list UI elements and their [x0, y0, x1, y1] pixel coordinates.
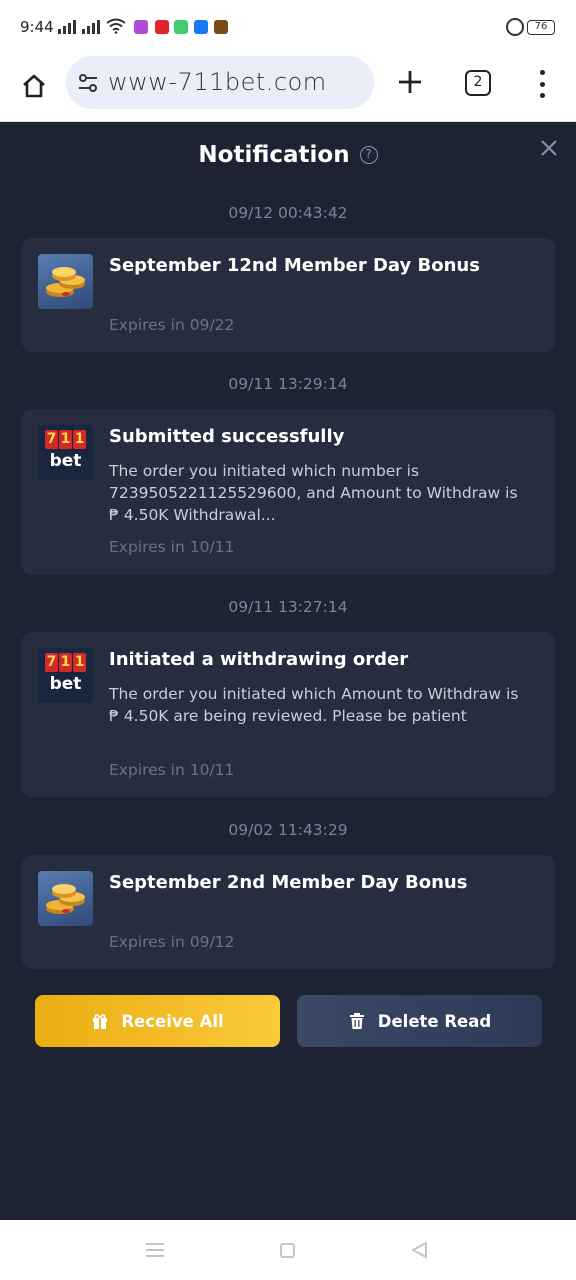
- status-bar: 9:44 76: [0, 0, 576, 56]
- notification-expiry: Expires in 09/22: [109, 316, 235, 334]
- logo-digit: 1: [59, 653, 72, 672]
- close-icon[interactable]: [540, 139, 558, 157]
- coins-icon: [38, 254, 93, 309]
- notification-title: September 2nd Member Day Bonus: [109, 872, 468, 893]
- youtube-icon: [155, 20, 169, 34]
- alarm-icon: [506, 18, 524, 36]
- receive-all-label: Receive All: [121, 1011, 224, 1031]
- chat-icon: [174, 20, 188, 34]
- help-icon[interactable]: ?: [359, 146, 378, 164]
- notification-panel: Notification? 09/12 00:43:42 September 1…: [0, 122, 576, 1220]
- url-text[interactable]: www-711bet.com: [108, 68, 327, 96]
- site-settings-icon[interactable]: [76, 71, 100, 95]
- notification-timestamp: 09/02 11:43:29: [228, 821, 348, 839]
- battery-icon: 76: [527, 20, 555, 35]
- facebook-icon: [194, 20, 208, 34]
- notification-timestamp: 09/11 13:29:14: [228, 375, 348, 393]
- notification-card[interactable]: September 12nd Member Day Bonus Expires …: [22, 238, 555, 352]
- logo-word: bet: [49, 674, 82, 694]
- more-menu-button[interactable]: [532, 70, 552, 98]
- tab-switcher-button[interactable]: 2: [465, 70, 491, 96]
- notification-card[interactable]: September 2nd Member Day Bonus Expires i…: [22, 855, 555, 969]
- browser-toolbar: www-711bet.com 2: [0, 56, 576, 122]
- logo-digit: 1: [73, 653, 86, 672]
- signal-icon-2: [82, 20, 100, 34]
- app-notification-icon: [134, 20, 148, 34]
- 711bet-logo-icon: 711 bet: [38, 648, 93, 703]
- signal-icon: [58, 20, 76, 34]
- notification-body: The order you initiated which number is …: [109, 462, 518, 524]
- coins-icon: [38, 871, 93, 926]
- logo-digit: 7: [45, 653, 58, 672]
- notification-header: Notification?: [0, 142, 576, 168]
- page-title: Notification: [198, 142, 350, 168]
- notification-card[interactable]: 711 bet Submitted successfully The order…: [22, 409, 555, 575]
- status-time: 9:44: [20, 18, 54, 36]
- back-icon[interactable]: [410, 1241, 428, 1259]
- logo-digit: 1: [73, 430, 86, 449]
- receive-all-button[interactable]: Receive All: [35, 995, 280, 1047]
- logo-digit: 7: [45, 430, 58, 449]
- app-icon: [214, 20, 228, 34]
- notification-title: Initiated a withdrawing order: [109, 649, 409, 670]
- notification-title: September 12nd Member Day Bonus: [109, 255, 480, 276]
- notification-expiry: Expires in 10/11: [109, 538, 235, 556]
- 711bet-logo-icon: 711 bet: [38, 425, 93, 480]
- gift-icon: [93, 1014, 108, 1029]
- address-bar[interactable]: www-711bet.com: [66, 56, 374, 109]
- wifi-icon: [106, 18, 126, 34]
- notification-expiry: Expires in 09/12: [109, 933, 235, 951]
- recents-button[interactable]: [146, 1243, 164, 1257]
- home-button[interactable]: [14, 66, 54, 106]
- delete-read-button[interactable]: Delete Read: [297, 995, 542, 1047]
- new-tab-icon[interactable]: [392, 64, 428, 100]
- notification-timestamp: 09/12 00:43:42: [228, 204, 348, 222]
- home-nav-button[interactable]: [280, 1243, 295, 1258]
- system-nav-bar: [0, 1220, 576, 1280]
- delete-read-label: Delete Read: [377, 1011, 492, 1031]
- home-icon: [23, 74, 45, 98]
- logo-digit: 1: [59, 430, 72, 449]
- notification-expiry: Expires in 10/11: [109, 761, 235, 779]
- logo-word: bet: [49, 451, 82, 471]
- trash-icon: [349, 1013, 364, 1029]
- notification-timestamp: 09/11 13:27:14: [228, 598, 348, 616]
- notification-title: Submitted successfully: [109, 426, 345, 447]
- notification-card[interactable]: 711 bet Initiated a withdrawing order Th…: [22, 632, 555, 797]
- notification-body: The order you initiated which Amount to …: [109, 685, 519, 725]
